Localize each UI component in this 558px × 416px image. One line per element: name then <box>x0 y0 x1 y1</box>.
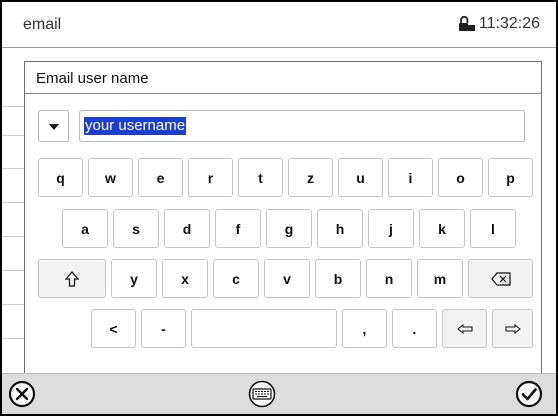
key-k[interactable]: k <box>419 209 465 248</box>
keyboard-icon[interactable] <box>247 380 277 408</box>
username-input[interactable]: your username <box>79 110 525 142</box>
history-dropdown-button[interactable] <box>38 110 69 142</box>
key-g[interactable]: g <box>266 209 312 248</box>
key-i[interactable]: i <box>388 158 433 197</box>
key-b[interactable]: b <box>315 259 361 298</box>
key-w[interactable]: w <box>88 158 133 197</box>
key-p[interactable]: p <box>488 158 533 197</box>
close-icon[interactable] <box>8 380 36 408</box>
checkmark-icon[interactable] <box>515 380 543 408</box>
key-period[interactable]: . <box>392 309 437 348</box>
key-t[interactable]: t <box>238 158 283 197</box>
key-j[interactable]: j <box>368 209 414 248</box>
backspace-icon <box>490 271 511 286</box>
cursor-right-key[interactable] <box>492 309 533 348</box>
username-input-value: your username <box>84 117 187 135</box>
shift-key[interactable] <box>38 259 106 298</box>
key-f[interactable]: f <box>215 209 261 248</box>
dialog-header: Email user name <box>25 62 541 94</box>
arrow-right-icon <box>505 323 521 334</box>
lock-icon <box>458 15 475 31</box>
key-s[interactable]: s <box>113 209 159 248</box>
key-hyphen[interactable]: - <box>141 309 186 348</box>
arrow-left-icon <box>456 323 472 334</box>
title-bar: email 11:32:26 <box>2 2 556 48</box>
screen: email 11:32:26 Email user name your user… <box>0 0 558 416</box>
key-h[interactable]: h <box>317 209 363 248</box>
key-y[interactable]: y <box>111 259 157 298</box>
key-comma[interactable]: , <box>342 309 387 348</box>
space-key[interactable] <box>191 309 337 348</box>
key-v[interactable]: v <box>264 259 310 298</box>
key-o[interactable]: o <box>438 158 483 197</box>
key-u[interactable]: u <box>338 158 383 197</box>
key-z[interactable]: z <box>288 158 333 197</box>
key-m[interactable]: m <box>417 259 463 298</box>
dialog-title: Email user name <box>36 70 149 87</box>
clock: 11:32:26 <box>478 15 540 32</box>
key-r[interactable]: r <box>188 158 233 197</box>
key-n[interactable]: n <box>366 259 412 298</box>
shift-icon <box>65 270 79 287</box>
key-d[interactable]: d <box>164 209 210 248</box>
key-less-than[interactable]: < <box>91 309 136 348</box>
backspace-key[interactable] <box>468 259 533 298</box>
status-area: 11:32:26 <box>458 15 540 33</box>
input-dialog: Email user name your username q w e r t … <box>24 61 542 379</box>
triangle-down-icon <box>49 124 59 130</box>
key-a[interactable]: a <box>62 209 108 248</box>
bottom-action-bar <box>2 373 556 414</box>
key-c[interactable]: c <box>213 259 259 298</box>
key-q[interactable]: q <box>38 158 83 197</box>
page-title: email <box>23 16 62 33</box>
cursor-left-key[interactable] <box>442 309 487 348</box>
key-l[interactable]: l <box>470 209 516 248</box>
key-x[interactable]: x <box>162 259 208 298</box>
key-e[interactable]: e <box>138 158 183 197</box>
